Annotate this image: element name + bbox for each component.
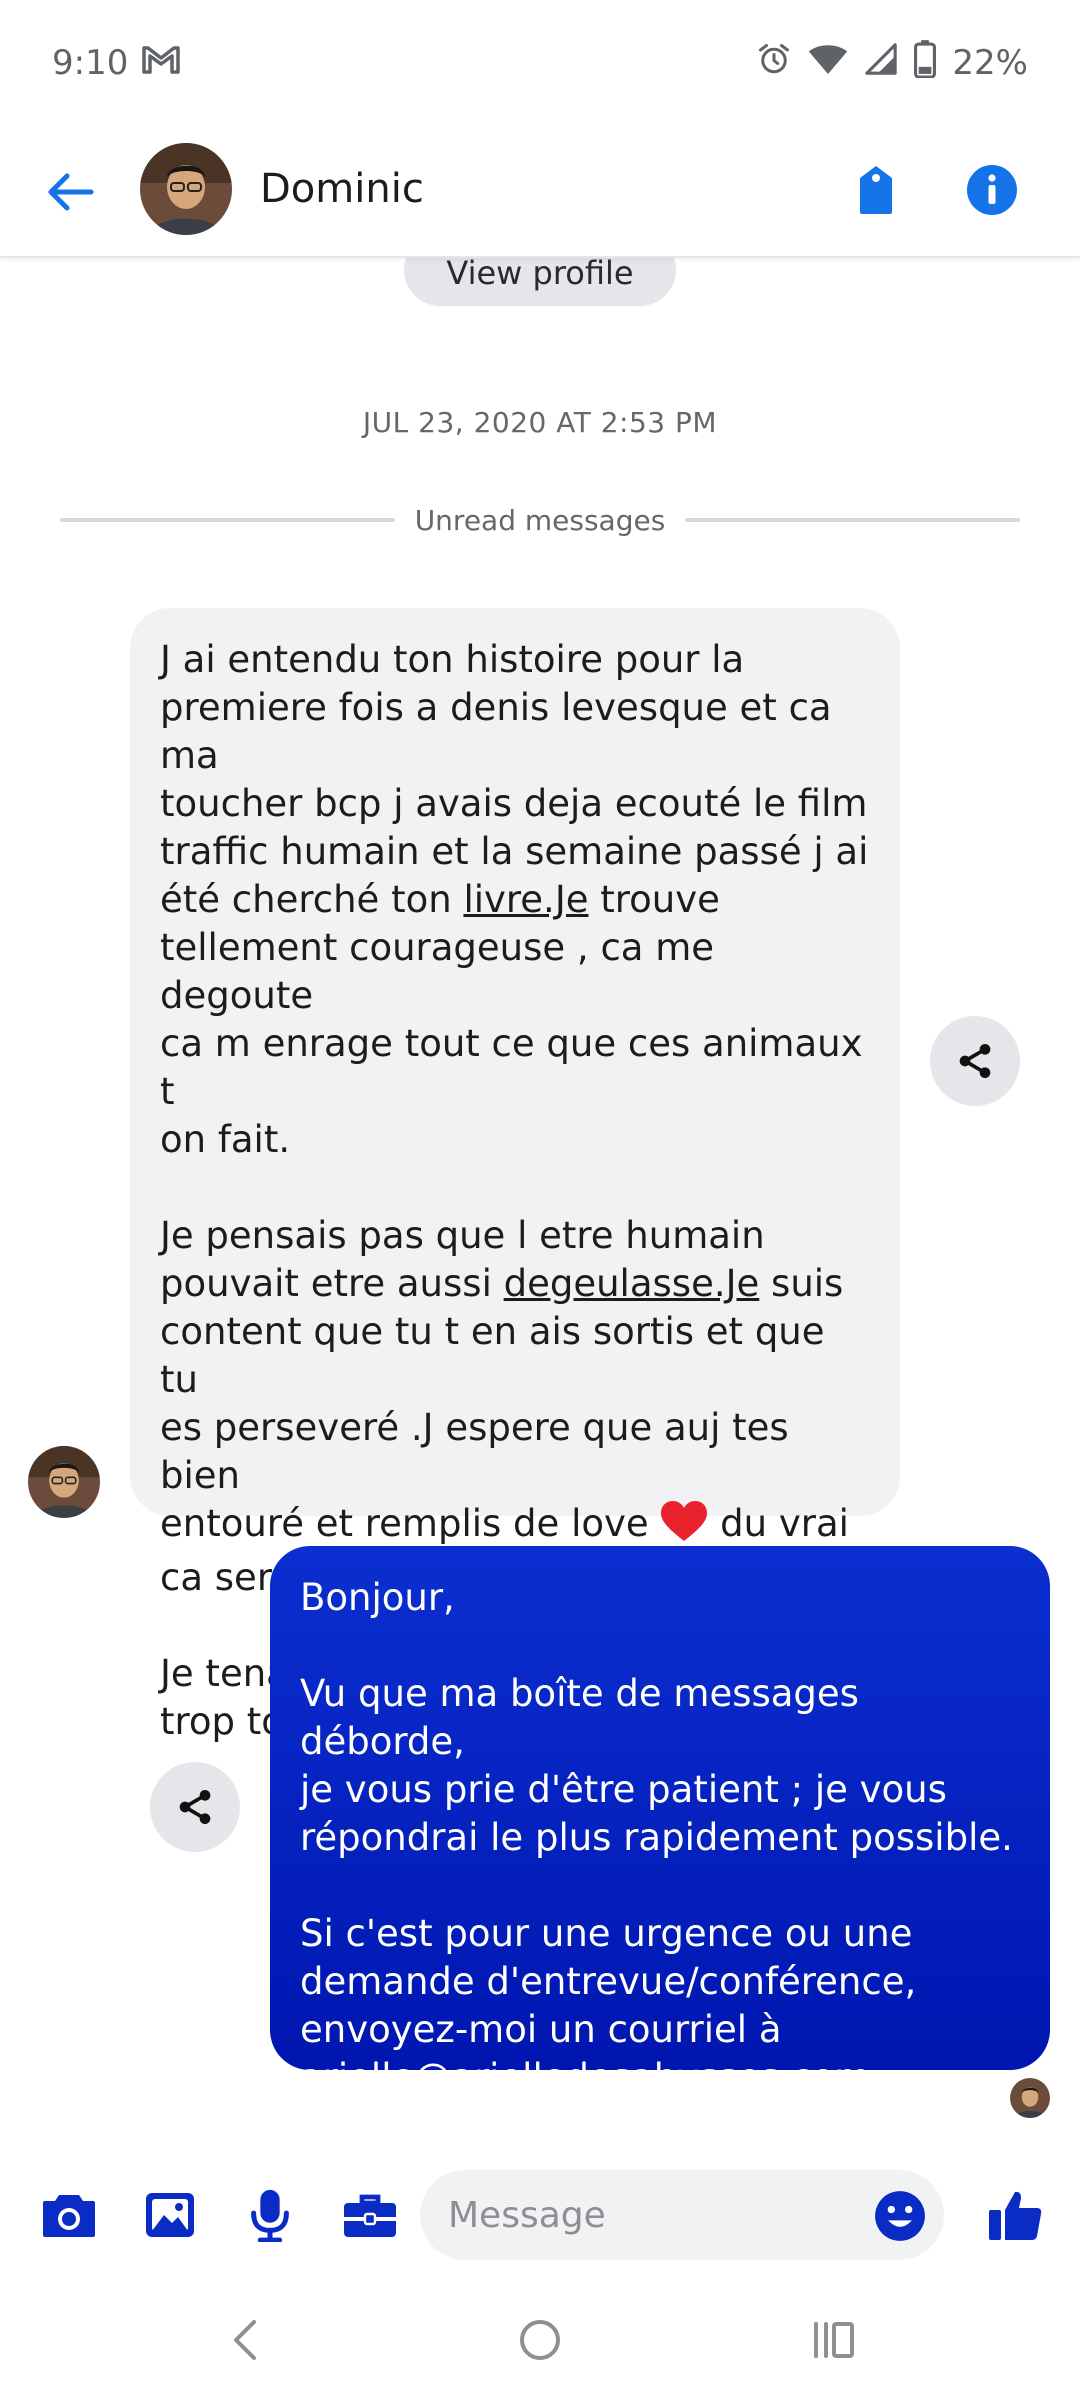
share-icon	[959, 1044, 991, 1078]
thumbs-up-icon	[989, 2191, 1042, 2240]
message-composer	[0, 2160, 1080, 2270]
degeulasse-link[interactable]: degeulasse.Je	[504, 1262, 760, 1305]
info-icon	[967, 165, 1017, 215]
nav-back-button[interactable]	[215, 2310, 275, 2370]
like-button[interactable]	[980, 2180, 1050, 2250]
camera-icon	[43, 2195, 95, 2237]
message-box	[420, 2170, 944, 2260]
incoming-text-2: trouve tellement courageuse , ca me dego…	[160, 878, 863, 1305]
battery-percent: 22%	[952, 43, 1028, 83]
battery-icon	[914, 39, 937, 87]
system-nav-bar	[0, 2280, 1080, 2400]
cell-signal-icon	[864, 42, 898, 85]
sender-avatar[interactable]	[28, 1446, 100, 1518]
back-button[interactable]	[40, 162, 100, 222]
toolbox-icon	[344, 2194, 396, 2237]
camera-button[interactable]	[34, 2180, 104, 2250]
incoming-message-bubble[interactable]: J ai entendu ton histoire pour la premie…	[130, 608, 900, 1743]
unread-label: Unread messages	[414, 503, 666, 537]
outgoing-message-bubble[interactable]: Bonjour, Vu que ma boîte de messages déb…	[270, 1546, 1050, 2099]
read-receipt-avatar	[1010, 2078, 1050, 2118]
status-time: 9:10	[52, 43, 129, 83]
divider-line-right	[685, 518, 1020, 522]
nav-recents-button[interactable]	[804, 2310, 864, 2370]
tag-button[interactable]	[844, 158, 908, 222]
outgoing-text-end: .	[870, 2056, 883, 2099]
info-button[interactable]	[960, 158, 1024, 222]
microphone-button[interactable]	[235, 2180, 305, 2250]
contact-name[interactable]: Dominic	[260, 166, 424, 212]
nav-home-button[interactable]	[510, 2310, 570, 2370]
tag-icon	[860, 166, 892, 214]
microphone-icon	[251, 2189, 289, 2242]
gallery-button[interactable]	[135, 2180, 205, 2250]
unread-divider: Unread messages	[60, 500, 1020, 540]
livre-link[interactable]: livre.Je	[463, 878, 588, 921]
gmail-icon	[142, 43, 181, 83]
chevron-left-icon	[234, 2320, 256, 2360]
toolbox-button[interactable]	[335, 2180, 405, 2250]
alarm-icon	[756, 41, 792, 86]
message-input[interactable]	[448, 2194, 916, 2236]
emoji-icon	[875, 2191, 925, 2241]
status-bar: 9:10 22%	[0, 0, 1080, 126]
contact-avatar[interactable]	[140, 143, 232, 235]
share-icon	[179, 1790, 211, 1824]
email-link[interactable]: arielle@arielledesabysses.com	[300, 2056, 870, 2099]
share-button-outgoing[interactable]	[150, 1762, 240, 1852]
outgoing-text: Bonjour, Vu que ma boîte de messages déb…	[300, 1576, 1013, 2051]
arrow-left-icon	[48, 173, 94, 211]
share-button-incoming[interactable]	[930, 1016, 1020, 1106]
recents-icon	[814, 2322, 854, 2358]
status-right: 22%	[756, 39, 1028, 87]
emoji-button[interactable]	[874, 2190, 926, 2242]
home-circle-icon	[520, 2320, 560, 2360]
image-icon	[146, 2193, 194, 2237]
conversation-header: Dominic	[0, 126, 1080, 258]
divider-line-left	[60, 518, 395, 522]
message-timestamp: JUL 23, 2020 AT 2:53 PM	[362, 406, 718, 439]
wifi-icon	[808, 42, 848, 85]
status-left: 9:10	[52, 43, 181, 83]
